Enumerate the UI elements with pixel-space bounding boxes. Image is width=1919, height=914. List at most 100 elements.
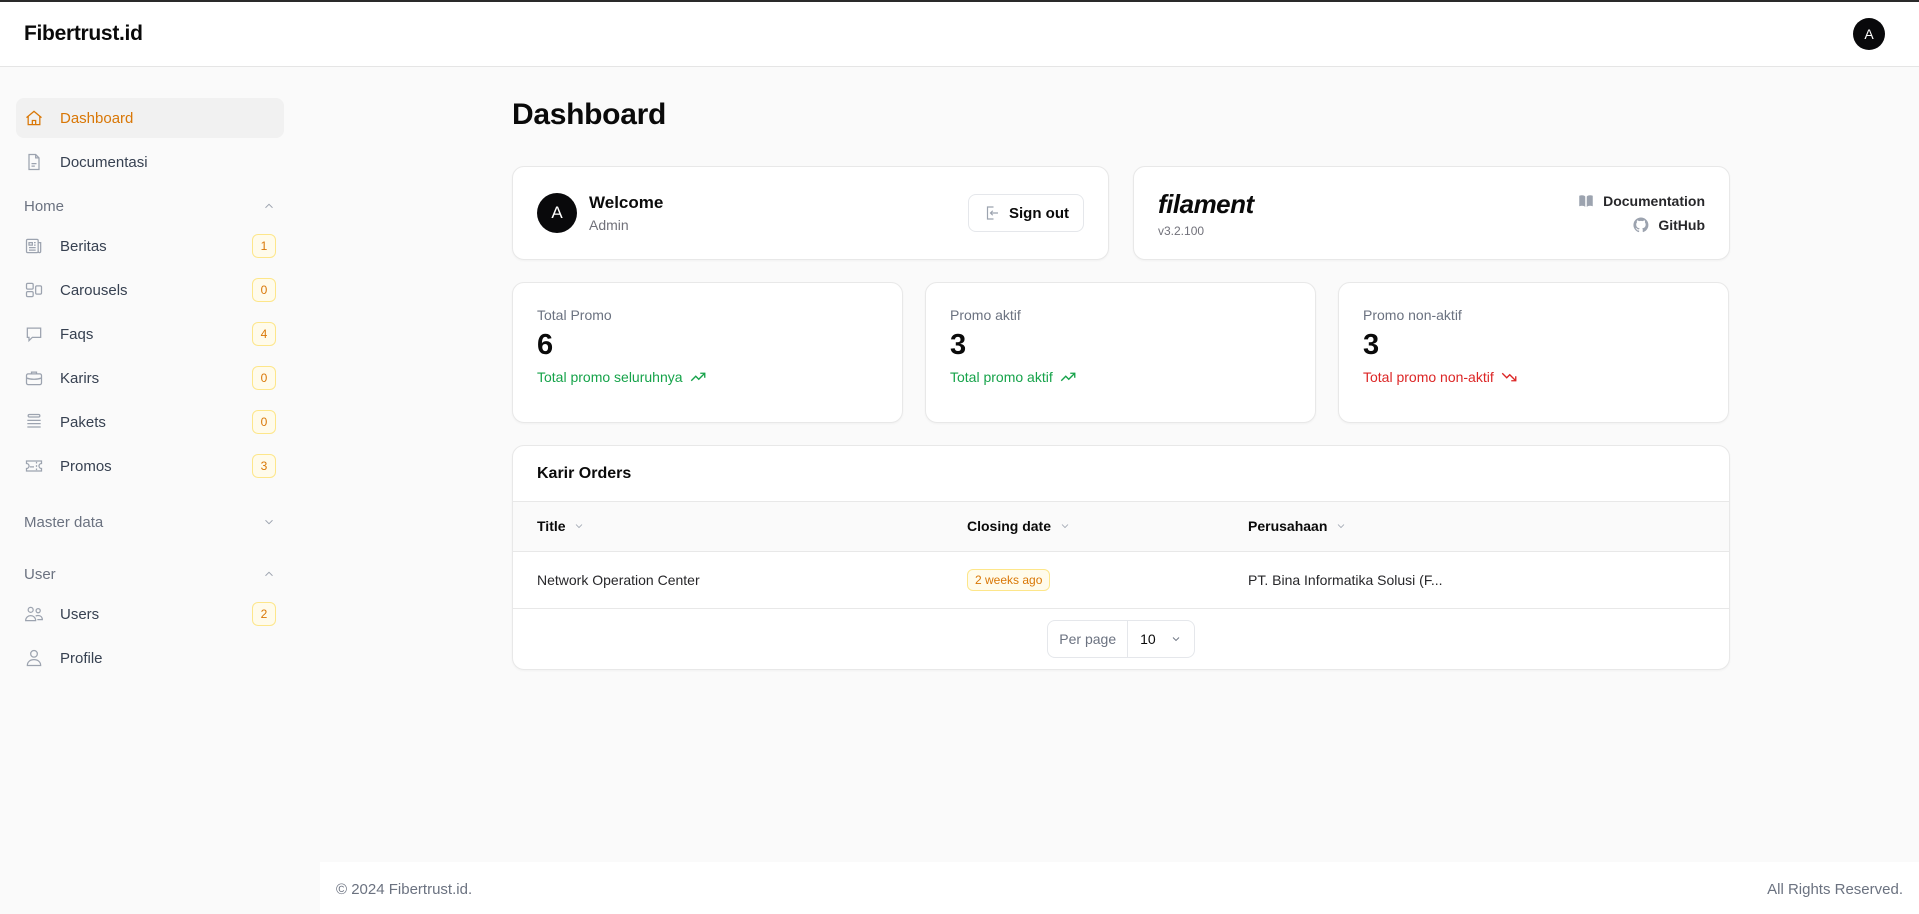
chevron-down-icon (1335, 519, 1347, 535)
sidebar-item-label: Carousels (60, 281, 128, 299)
sidebar-item-label: Promos (60, 457, 112, 475)
home-icon (24, 108, 44, 128)
stat-description: Total promo non-aktif (1363, 369, 1494, 385)
ticket-icon (24, 456, 44, 476)
sidebar-item-dashboard[interactable]: Dashboard (16, 98, 284, 138)
sidebar-item-pakets[interactable]: Pakets 0 (16, 402, 284, 442)
welcome-heading: Welcome (589, 193, 664, 212)
count-badge: 0 (252, 278, 276, 302)
column-header-closing-date[interactable]: Closing date (943, 502, 1224, 552)
footer: © 2024 Fibertrust.id. All Rights Reserve… (320, 862, 1919, 914)
cell-closing-date: 2 weeks ago (943, 551, 1224, 609)
stat-description: Total promo seluruhnya (537, 369, 683, 385)
sidebar-item-label: Karirs (60, 369, 100, 387)
github-link[interactable]: GitHub (1632, 216, 1705, 234)
karir-orders-table-widget: Karir Orders Title Closing date Perusaha… (512, 445, 1730, 670)
sidebar-item-label: Dashboard (60, 109, 134, 127)
sidebar-group-master-data[interactable]: Master data (16, 502, 284, 542)
column-header-title[interactable]: Title (513, 502, 943, 552)
stat-label: Promo aktif (950, 307, 1021, 323)
sidebar-group-label: Home (24, 197, 65, 215)
sidebar-group-label: User (24, 565, 56, 583)
chevron-down-icon (1059, 519, 1071, 535)
per-page-label: Per page (1048, 620, 1129, 657)
sidebar-item-profile[interactable]: Profile (16, 638, 284, 678)
per-page-dropdown[interactable]: 10 (1128, 621, 1194, 657)
stat-value: 3 (1363, 329, 1380, 361)
trending-down-icon (1501, 372, 1517, 382)
count-badge: 4 (252, 322, 276, 346)
welcome-user-name: Admin (589, 217, 629, 233)
chevron-down-icon (573, 519, 585, 535)
sidebar-item-documentasi[interactable]: Documentasi (16, 142, 284, 182)
stat-card-promo-non-aktif: Promo non-aktif 3 Total promo non-aktif (1338, 282, 1729, 423)
sidebar-item-label: Pakets (60, 413, 106, 431)
sidebar-item-label: Beritas (60, 237, 107, 255)
count-badge: 0 (252, 410, 276, 434)
chevron-up-icon (265, 203, 273, 209)
karir-orders-table: Title Closing date Perusahaan Network Op (513, 502, 1729, 609)
stack-icon (24, 412, 44, 432)
stat-card-total-promo: Total Promo 6 Total promo seluruhnya (512, 282, 903, 423)
page-title: Dashboard (512, 98, 666, 131)
chevron-down-icon (1172, 636, 1180, 641)
sidebar-item-karirs[interactable]: Karirs 0 (16, 358, 284, 398)
avatar: A (537, 193, 577, 233)
table-row[interactable]: Network Operation Center 2 weeks ago PT.… (513, 551, 1729, 609)
stat-card-promo-aktif: Promo aktif 3 Total promo aktif (925, 282, 1316, 423)
stat-value: 6 (537, 329, 554, 361)
sidebar-item-promos[interactable]: Promos 3 (16, 446, 284, 486)
sidebar-item-label: Users (60, 605, 100, 623)
github-icon (1633, 217, 1649, 233)
stat-label: Promo non-aktif (1363, 307, 1462, 323)
chat-bubble-icon (24, 324, 44, 344)
sidebar-group-user[interactable]: User (16, 554, 284, 594)
footer-rights: All Rights Reserved. (1767, 880, 1903, 898)
per-page-value: 10 (1140, 630, 1156, 647)
sign-out-button[interactable]: Sign out (968, 194, 1084, 232)
footer-copyright: © 2024 Fibertrust.id. (336, 880, 473, 898)
sign-out-label: Sign out (1009, 204, 1069, 222)
table-heading: Karir Orders (513, 446, 1729, 502)
stat-value: 3 (950, 329, 967, 361)
main-content: Dashboard A Welcome Admin Sign out filam… (512, 68, 1730, 670)
count-badge: 1 (252, 234, 276, 258)
date-badge: 2 weeks ago (967, 568, 1051, 591)
filament-logo: filament (1158, 188, 1254, 219)
sign-out-icon (986, 206, 998, 220)
trending-up-icon (690, 372, 705, 382)
stat-description: Total promo aktif (950, 369, 1053, 385)
sidebar-item-label: Faqs (60, 325, 94, 343)
documentation-link-label: Documentation (1603, 193, 1705, 209)
documentation-link[interactable]: Documentation (1577, 192, 1705, 210)
sidebar-item-faqs[interactable]: Faqs 4 (16, 314, 284, 354)
user-icon (24, 648, 44, 668)
cell-title: Network Operation Center (513, 551, 943, 609)
filament-version: v3.2.100 (1158, 223, 1205, 238)
newspaper-icon (24, 236, 44, 256)
sidebar-item-beritas[interactable]: Beritas 1 (16, 226, 284, 266)
count-badge: 3 (252, 454, 276, 478)
count-badge: 2 (252, 602, 276, 626)
brand-logo[interactable]: Fibertrust.id (24, 22, 143, 46)
count-badge: 0 (252, 366, 276, 390)
document-icon (24, 152, 44, 172)
briefcase-icon (24, 368, 44, 388)
cell-perusahaan: PT. Bina Informatika Solusi (F... (1224, 551, 1729, 609)
trending-up-icon (1060, 372, 1076, 382)
pagination: Per page 10 (513, 609, 1729, 669)
users-icon (24, 604, 44, 624)
per-page-select[interactable]: Per page 10 (1047, 619, 1195, 658)
layout-icon (24, 280, 44, 300)
sidebar-item-carousels[interactable]: Carousels 0 (16, 270, 284, 310)
stat-label: Total Promo (537, 307, 612, 323)
sidebar-item-label: Documentasi (60, 153, 148, 171)
sidebar-group-label: Master data (24, 513, 104, 531)
welcome-widget: A Welcome Admin Sign out (512, 166, 1109, 260)
sidebar-group-home[interactable]: Home (16, 186, 284, 226)
column-header-perusahaan[interactable]: Perusahaan (1224, 502, 1729, 552)
user-avatar[interactable]: A (1853, 18, 1885, 50)
chevron-down-icon (265, 519, 273, 525)
github-link-label: GitHub (1658, 217, 1705, 233)
sidebar-item-users[interactable]: Users 2 (16, 594, 284, 634)
